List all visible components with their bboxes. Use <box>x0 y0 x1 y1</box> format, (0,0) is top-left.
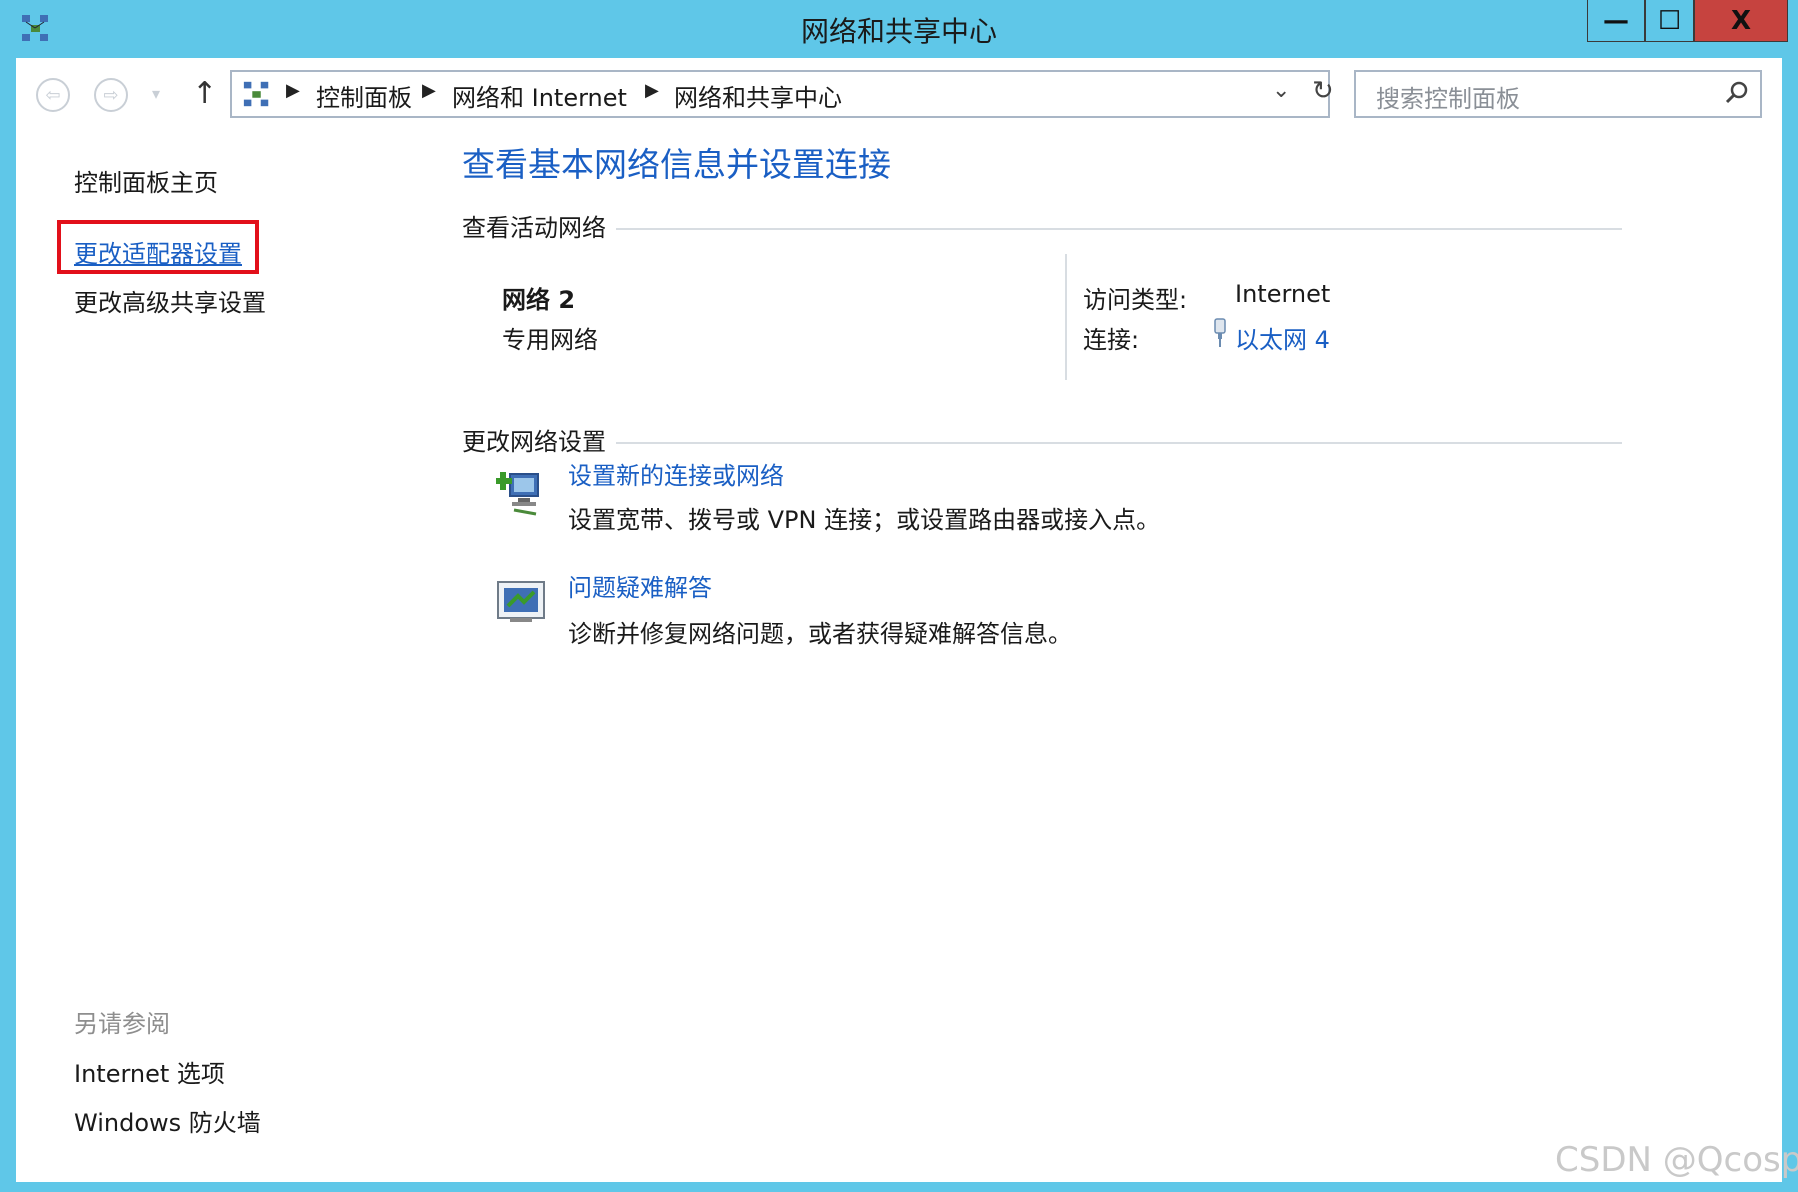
access-type-label: 访问类型: <box>1083 286 1188 314</box>
breadcrumb-network-center[interactable]: 网络和共享中心 <box>674 78 842 113</box>
recent-pages-dropdown[interactable]: ▾ <box>152 84 160 103</box>
troubleshoot-icon <box>497 581 545 622</box>
back-arrow-icon: ⇦ <box>45 84 61 106</box>
active-networks-header: 查看活动网络 <box>462 208 616 243</box>
forward-button[interactable]: ⇨ <box>94 78 128 112</box>
control-panel-icon <box>243 81 269 107</box>
task-setup-new-connection-desc: 设置宽带、拨号或 VPN 连接；或设置路由器或接入点。 <box>568 506 1161 534</box>
breadcrumb-separator-icon[interactable]: ▶ <box>422 80 436 101</box>
window-title: 网络和共享中心 <box>800 15 997 48</box>
client-area: ⇦ ⇨ ▾ ↑ ▶ 控制面板 ▶ 网络和 Internet ▶ 网络和共享中心 … <box>16 58 1782 1182</box>
see-also-heading: 另请参阅 <box>74 1010 170 1038</box>
task-setup-new-connection-link[interactable]: 设置新的连接或网络 <box>568 456 784 491</box>
navigation-bar: ⇦ ⇨ ▾ ↑ ▶ 控制面板 ▶ 网络和 Internet ▶ 网络和共享中心 … <box>16 58 1782 132</box>
network-type[interactable]: 专用网络 <box>502 320 598 355</box>
search-placeholder[interactable]: 搜索控制面板 <box>1376 79 1520 114</box>
sidebar-change-adapter-settings[interactable]: 更改适配器设置 <box>74 234 242 269</box>
search-icon[interactable] <box>1724 80 1750 106</box>
divider <box>462 228 1622 230</box>
sidebar-change-advanced-sharing[interactable]: 更改高级共享设置 <box>74 283 266 318</box>
maximize-button[interactable]: ☐ <box>1645 0 1694 42</box>
page-title: 查看基本网络信息并设置连接 <box>462 145 891 184</box>
task-troubleshoot-desc: 诊断并修复网络问题，或者获得疑难解答信息。 <box>568 620 1072 648</box>
access-type-value: Internet <box>1235 280 1331 308</box>
search-box[interactable]: 搜索控制面板 <box>1354 70 1762 118</box>
connection-link[interactable]: 以太网 4 <box>1235 320 1330 355</box>
breadcrumb-separator-icon[interactable]: ▶ <box>286 80 300 101</box>
connection-label: 连接: <box>1083 326 1140 354</box>
watermark: CSDN @Qcosp <box>1555 1140 1798 1180</box>
divider <box>462 442 1622 444</box>
up-button[interactable]: ↑ <box>192 76 217 111</box>
vertical-divider <box>1065 254 1067 380</box>
network-name: 网络 2 <box>502 286 576 314</box>
close-button[interactable]: X <box>1694 0 1788 42</box>
sidebar-windows-firewall[interactable]: Windows 防火墙 <box>74 1103 261 1138</box>
forward-arrow-icon: ⇨ <box>103 84 119 106</box>
title-bar: 网络和共享中心 — ☐ X <box>0 0 1798 58</box>
sidebar-control-panel-home[interactable]: 控制面板主页 <box>74 163 218 198</box>
task-troubleshoot-link[interactable]: 问题疑难解答 <box>568 568 712 603</box>
breadcrumb-separator-icon[interactable]: ▶ <box>645 80 659 101</box>
change-settings-header: 更改网络设置 <box>462 422 616 457</box>
breadcrumb-network-internet[interactable]: 网络和 Internet <box>452 78 627 113</box>
sidebar-internet-options[interactable]: Internet 选项 <box>74 1054 225 1089</box>
minimize-button[interactable]: — <box>1587 0 1645 42</box>
back-button[interactable]: ⇦ <box>36 78 70 112</box>
new-connection-icon <box>496 472 539 516</box>
ethernet-icon <box>1214 318 1226 347</box>
address-bar[interactable]: ▶ 控制面板 ▶ 网络和 Internet ▶ 网络和共享中心 ⌄ ↻ <box>230 70 1334 118</box>
window: 网络和共享中心 — ☐ X ⇦ ⇨ ▾ ↑ ▶ 控制面板 ▶ 网络和 Inter… <box>0 0 1798 1192</box>
breadcrumb-control-panel[interactable]: 控制面板 <box>316 78 412 113</box>
address-dropdown-icon[interactable]: ⌄ <box>1272 78 1290 103</box>
refresh-icon[interactable]: ↻ <box>1312 76 1334 106</box>
